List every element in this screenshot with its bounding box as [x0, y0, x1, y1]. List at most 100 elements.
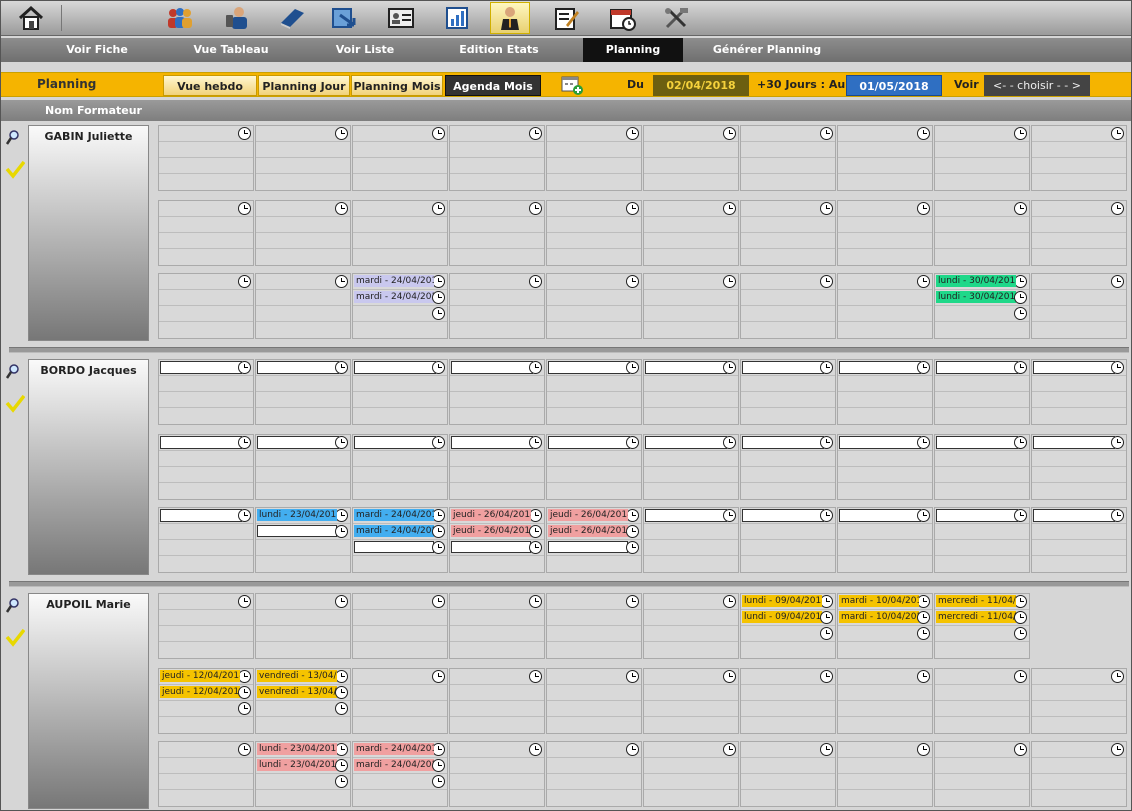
clock-icon[interactable]	[1111, 275, 1124, 288]
day-cell[interactable]	[934, 668, 1030, 734]
clock-icon[interactable]	[917, 361, 930, 374]
clock-icon[interactable]	[917, 436, 930, 449]
event-item[interactable]: jeudi - 26/04/2018	[451, 525, 531, 537]
clock-icon[interactable]	[238, 202, 251, 215]
home-icon[interactable]	[11, 2, 51, 34]
clock-icon[interactable]	[529, 743, 542, 756]
clock-icon[interactable]	[917, 509, 930, 522]
magnifier-icon[interactable]	[5, 363, 21, 381]
clock-icon[interactable]	[432, 202, 445, 215]
day-cell[interactable]: mardi - 24/04/2018 mardi - 24/04/2018	[352, 273, 448, 339]
clock-icon[interactable]	[432, 436, 445, 449]
clock-icon[interactable]	[529, 127, 542, 140]
event-item[interactable]: lundi - 09/04/2018	[742, 611, 822, 623]
event-item[interactable]: mardi - 24/04/2018	[354, 509, 434, 521]
clock-icon[interactable]	[238, 275, 251, 288]
day-cell[interactable]	[449, 359, 545, 425]
day-cell[interactable]	[546, 741, 642, 807]
clock-icon[interactable]	[1014, 509, 1027, 522]
event-item[interactable]: mercredi - 11/04/2018	[936, 595, 1016, 607]
day-cell[interactable]	[837, 668, 933, 734]
event-item[interactable]: jeudi - 26/04/2018	[548, 509, 628, 521]
clock-icon[interactable]	[626, 436, 639, 449]
day-cell[interactable]	[546, 125, 642, 191]
clock-icon[interactable]	[1111, 670, 1124, 683]
magnifier-icon[interactable]	[5, 597, 21, 615]
event-item[interactable]: mardi - 10/04/2018	[839, 611, 919, 623]
tab-vue-hebdo[interactable]: Vue hebdo	[163, 75, 257, 96]
day-cell[interactable]	[352, 125, 448, 191]
event-item[interactable]	[548, 541, 628, 553]
day-cell[interactable]	[158, 741, 254, 807]
menu-vue-tableau[interactable]: Vue Tableau	[173, 38, 289, 62]
day-cell[interactable]	[934, 434, 1030, 500]
event-item[interactable]: mardi - 24/04/2018	[354, 275, 434, 287]
menu-voir-fiche[interactable]: Voir Fiche	[39, 38, 155, 62]
event-item[interactable]: vendredi - 13/04/2018	[257, 670, 337, 682]
clock-icon[interactable]	[238, 702, 251, 715]
magnifier-icon[interactable]	[5, 129, 21, 147]
day-cell[interactable]	[546, 273, 642, 339]
clock-icon[interactable]	[238, 743, 251, 756]
menu-planning[interactable]: Planning	[583, 38, 683, 62]
clock-icon[interactable]	[432, 759, 445, 772]
clock-icon[interactable]	[238, 436, 251, 449]
clock-icon[interactable]	[529, 670, 542, 683]
day-cell[interactable]	[449, 200, 545, 266]
clock-icon[interactable]	[723, 361, 736, 374]
clock-icon[interactable]	[238, 509, 251, 522]
clock-icon[interactable]	[723, 436, 736, 449]
day-cell[interactable]	[1031, 668, 1127, 734]
day-cell[interactable]	[158, 125, 254, 191]
day-cell[interactable]: mercredi - 11/04/2018 mercredi - 11/04/20…	[934, 593, 1030, 659]
clock-icon[interactable]	[335, 759, 348, 772]
clock-icon[interactable]	[432, 670, 445, 683]
clock-icon[interactable]	[820, 202, 833, 215]
trainer-icon[interactable]	[490, 2, 530, 34]
day-cell[interactable]	[837, 741, 933, 807]
clock-icon[interactable]	[335, 595, 348, 608]
clock-icon[interactable]	[723, 275, 736, 288]
clock-icon[interactable]	[1014, 611, 1027, 624]
from-date-field[interactable]: 02/04/2018	[653, 75, 749, 96]
voir-select[interactable]: <- - choisir - - >	[984, 75, 1090, 96]
calendar-icon[interactable]	[602, 2, 642, 34]
clock-icon[interactable]	[626, 525, 639, 538]
event-item[interactable]: jeudi - 26/04/2018	[548, 525, 628, 537]
day-cell[interactable]	[643, 741, 739, 807]
clock-icon[interactable]	[820, 670, 833, 683]
day-cell[interactable]	[934, 507, 1030, 573]
day-cell[interactable]: mardi - 24/04/2018 mardi - 24/04/2018	[352, 507, 448, 573]
add-event-icon[interactable]	[561, 75, 585, 96]
trainer-name-cell[interactable]: BORDO Jacques	[28, 359, 149, 575]
tools-icon[interactable]	[656, 2, 696, 34]
event-item[interactable]: lundi - 23/04/2018	[257, 759, 337, 771]
clock-icon[interactable]	[238, 127, 251, 140]
clock-icon[interactable]	[1014, 361, 1027, 374]
day-cell[interactable]: lundi - 23/04/2018 lundi - 23/04/2018	[255, 741, 351, 807]
clock-icon[interactable]	[335, 436, 348, 449]
event-item[interactable]: jeudi - 26/04/2018	[451, 509, 531, 521]
clock-icon[interactable]	[626, 670, 639, 683]
clock-icon[interactable]	[820, 127, 833, 140]
clock-icon[interactable]	[1111, 202, 1124, 215]
clock-icon[interactable]	[1014, 436, 1027, 449]
day-cell[interactable]	[449, 434, 545, 500]
clock-icon[interactable]	[1111, 127, 1124, 140]
tab-planning-jour[interactable]: Planning Jour	[258, 75, 350, 96]
event-item[interactable]: mardi - 24/04/2018	[354, 291, 434, 303]
contact-icon[interactable]	[217, 2, 257, 34]
day-cell[interactable]: jeudi - 26/04/2018 jeudi - 26/04/2018	[546, 507, 642, 573]
day-cell[interactable]	[643, 359, 739, 425]
clock-icon[interactable]	[723, 670, 736, 683]
day-cell[interactable]	[255, 359, 351, 425]
day-cell[interactable]	[449, 125, 545, 191]
day-cell[interactable]	[643, 668, 739, 734]
clock-icon[interactable]	[1014, 743, 1027, 756]
day-cell[interactable]	[837, 434, 933, 500]
clock-icon[interactable]	[917, 202, 930, 215]
day-cell[interactable]	[643, 593, 739, 659]
event-item[interactable]: mercredi - 11/04/2018	[936, 611, 1016, 623]
to-date-field[interactable]: 01/05/2018	[846, 75, 942, 96]
event-item[interactable]: lundi - 30/04/2018	[936, 291, 1016, 303]
